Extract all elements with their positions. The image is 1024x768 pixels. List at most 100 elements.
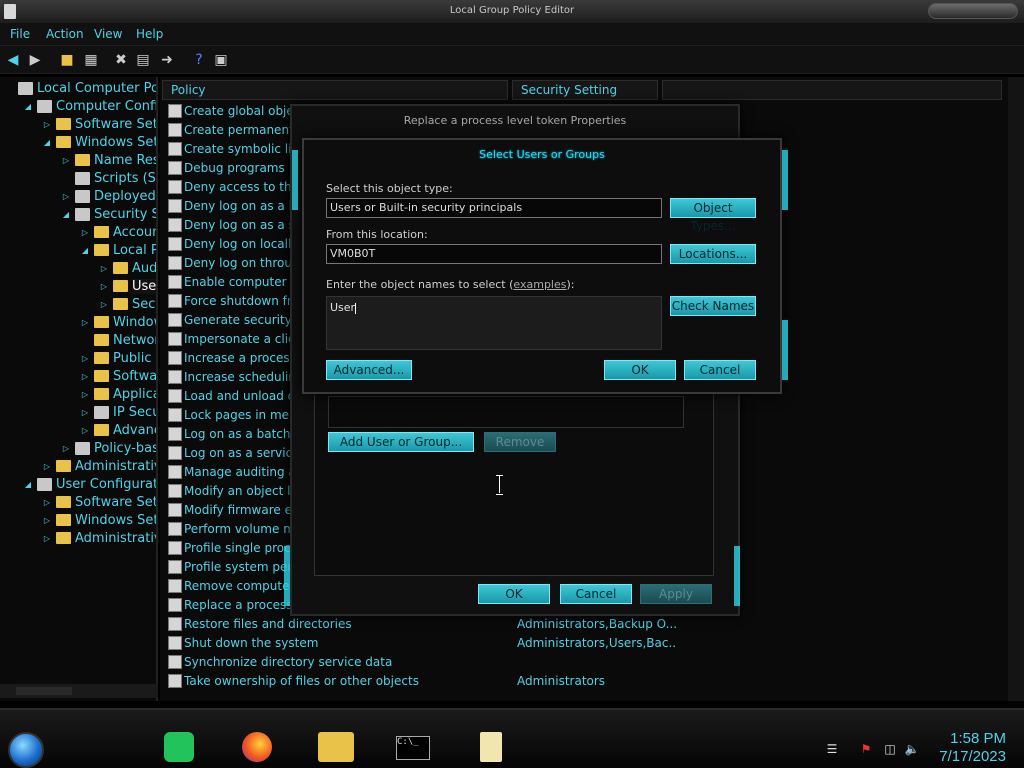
policy-icon xyxy=(168,332,182,346)
expanded-arrow-icon[interactable]: ◢ xyxy=(80,246,90,255)
tree-item[interactable]: ▷ Windows Settin xyxy=(42,511,156,529)
tree-item[interactable]: ▷ IP Securi xyxy=(80,403,156,421)
tree-item[interactable]: ▷ Administrative T xyxy=(42,529,156,547)
expanded-arrow-icon[interactable]: ◢ xyxy=(23,480,33,489)
menu-file[interactable]: File xyxy=(10,27,30,41)
show-hide-tree-icon[interactable]: ▦ xyxy=(82,52,100,68)
expanded-arrow-icon[interactable]: ◢ xyxy=(23,102,33,111)
tree-item[interactable]: ▷ Applicati xyxy=(80,385,156,403)
tree-item[interactable]: ▷ Software Setting xyxy=(42,115,156,133)
notes-app-icon[interactable] xyxy=(164,732,194,762)
tree-item[interactable]: ▷ Advance xyxy=(80,421,156,439)
select-ok-button[interactable]: OK xyxy=(604,360,676,380)
properties-apply-button[interactable]: Apply xyxy=(640,584,712,604)
user-group-listbox[interactable] xyxy=(328,396,684,428)
tree-item[interactable]: ▷ Software Setting xyxy=(42,493,156,511)
policy-row[interactable]: Restore files and directories Administrat… xyxy=(168,615,1008,633)
tree-item[interactable]: Local Computer Policy xyxy=(4,79,156,97)
tree-item[interactable]: ◢ Computer Configura xyxy=(23,97,156,115)
menu-view[interactable]: View xyxy=(94,27,122,41)
back-arrow-icon[interactable]: ◀ xyxy=(4,52,22,68)
column-header-security-setting[interactable]: Security Setting xyxy=(512,80,658,100)
action-center-flag-icon[interactable]: ⚑ xyxy=(858,742,874,756)
collapsed-arrow-icon[interactable]: ▷ xyxy=(99,264,109,273)
tree-item[interactable]: ▷ Software xyxy=(80,367,156,385)
tree-item[interactable]: ▷ Secur xyxy=(99,295,156,313)
firefox-icon[interactable] xyxy=(242,732,272,762)
collapsed-arrow-icon[interactable]: ▷ xyxy=(80,354,90,363)
object-types-button[interactable]: Object Types... xyxy=(670,198,756,233)
tree-item[interactable]: ◢ User Configuration xyxy=(23,475,156,493)
column-header-policy[interactable]: Policy xyxy=(162,80,508,100)
tree-item[interactable]: ▷ Windows xyxy=(80,313,156,331)
window-controls[interactable] xyxy=(928,3,1018,19)
examples-link[interactable]: examples xyxy=(513,278,566,291)
forward-arrow-icon[interactable]: ▶ xyxy=(26,52,44,68)
properties-ok-button[interactable]: OK xyxy=(478,584,550,604)
properties-icon[interactable]: ▤ xyxy=(134,52,152,68)
tree-item[interactable]: ◢ Security Set xyxy=(61,205,156,223)
up-folder-icon[interactable]: ■ xyxy=(58,52,76,68)
tree-item[interactable]: ▷ Audit xyxy=(99,259,156,277)
collapsed-arrow-icon[interactable]: ▷ xyxy=(80,390,90,399)
tree-item[interactable]: ▷ Account xyxy=(80,223,156,241)
collapsed-arrow-icon[interactable]: ▷ xyxy=(42,120,52,129)
list-vertical-scrollbar[interactable] xyxy=(1008,77,1024,701)
tree-horizontal-scrollbar[interactable] xyxy=(0,684,158,698)
advanced-button[interactable]: Advanced... xyxy=(326,360,412,380)
collapsed-arrow-icon[interactable]: ▷ xyxy=(80,318,90,327)
tree-item[interactable]: ▷ Administrative T xyxy=(42,457,156,475)
collapsed-arrow-icon[interactable]: ▷ xyxy=(42,498,52,507)
system-clock[interactable]: 1:58 PM 7/17/2023 xyxy=(939,730,1006,766)
menu-help[interactable]: Help xyxy=(136,27,163,41)
collapsed-arrow-icon[interactable]: ▷ xyxy=(61,156,71,165)
policy-row[interactable]: Shut down the system Administrators,Users… xyxy=(168,634,1008,652)
collapsed-arrow-icon[interactable]: ▷ xyxy=(42,516,52,525)
collapsed-arrow-icon[interactable]: ▷ xyxy=(80,228,90,237)
properties-cancel-button[interactable]: Cancel xyxy=(560,584,632,604)
tree-item[interactable]: ▷ Public Ke xyxy=(80,349,156,367)
select-cancel-button[interactable]: Cancel xyxy=(684,360,756,380)
command-prompt-icon[interactable]: C:\_ xyxy=(396,736,430,760)
object-names-input[interactable]: User xyxy=(326,296,662,495)
notepad-icon[interactable] xyxy=(480,732,502,762)
tree-item[interactable]: Network xyxy=(80,331,156,349)
policy-row[interactable]: Synchronize directory service data xyxy=(168,653,1008,671)
collapsed-arrow-icon[interactable]: ▷ xyxy=(42,462,52,471)
menu-action[interactable]: Action xyxy=(46,27,84,41)
locations-button[interactable]: Locations... xyxy=(670,244,756,264)
tree-item[interactable]: ▷ Deployed Pr xyxy=(61,187,156,205)
show-action-pane-icon[interactable]: ▣ xyxy=(212,52,230,68)
help-icon[interactable]: ? xyxy=(190,52,208,68)
collapsed-arrow-icon[interactable]: ▷ xyxy=(99,282,109,291)
delete-icon[interactable]: ✖ xyxy=(112,52,130,68)
tree-item[interactable]: ▷ User I xyxy=(99,277,156,295)
tree-item[interactable]: Scripts (Star xyxy=(61,169,156,187)
add-user-or-group-button[interactable]: Add User or Group... xyxy=(328,432,474,452)
expanded-arrow-icon[interactable]: ◢ xyxy=(42,138,52,147)
remove-button[interactable]: Remove xyxy=(484,432,556,452)
tree-item[interactable]: ▷ Name Resol xyxy=(61,151,156,169)
collapsed-arrow-icon[interactable]: ▷ xyxy=(80,372,90,381)
expanded-arrow-icon[interactable]: ◢ xyxy=(61,210,71,219)
collapsed-arrow-icon[interactable]: ▷ xyxy=(61,192,71,201)
collapsed-arrow-icon[interactable]: ▷ xyxy=(42,534,52,543)
collapsed-arrow-icon[interactable]: ▷ xyxy=(80,408,90,417)
collapsed-arrow-icon[interactable]: ▷ xyxy=(61,444,71,453)
network-icon[interactable]: ◫ xyxy=(882,742,898,756)
tree-item-label: Windows Settin xyxy=(75,134,158,150)
check-names-button[interactable]: Check Names xyxy=(670,296,756,316)
export-list-icon[interactable]: ➜ xyxy=(158,52,176,68)
start-orb-icon[interactable] xyxy=(8,732,44,768)
file-explorer-icon[interactable] xyxy=(318,732,354,762)
scrollbar-thumb[interactable] xyxy=(16,687,72,695)
tree-item[interactable]: ▷ Policy-base xyxy=(61,439,156,457)
policy-row[interactable]: Take ownership of files or other objects… xyxy=(168,672,1008,690)
volume-icon[interactable]: 🔈 xyxy=(904,742,920,756)
tree-item[interactable]: ◢ Windows Settin xyxy=(42,133,158,151)
tree-item[interactable]: ◢ Local Po xyxy=(80,241,156,259)
column-header-empty[interactable] xyxy=(662,80,1002,100)
collapsed-arrow-icon[interactable]: ▷ xyxy=(99,300,109,309)
collapsed-arrow-icon[interactable]: ▷ xyxy=(80,426,90,435)
show-hidden-icons-icon[interactable]: ☰ xyxy=(824,742,840,756)
